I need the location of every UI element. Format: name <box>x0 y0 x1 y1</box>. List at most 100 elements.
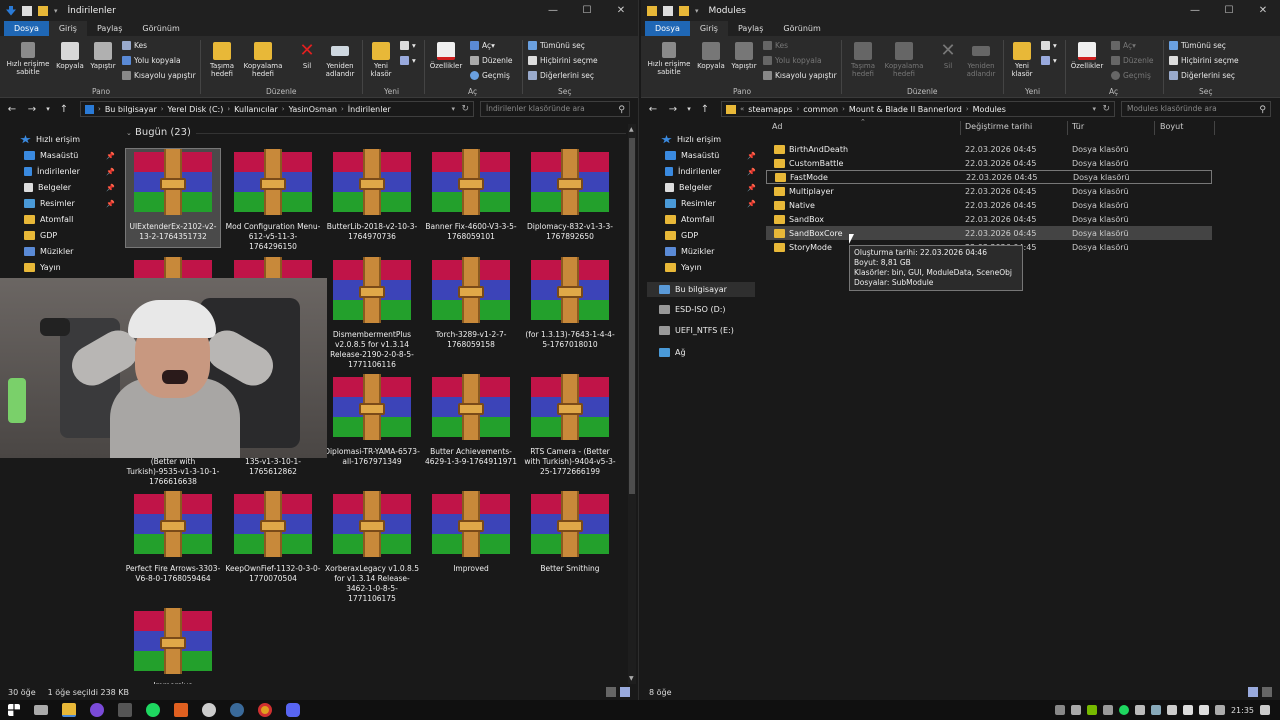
file-tile[interactable]: Improved <box>423 491 519 574</box>
nav-network[interactable]: Ağ <box>659 348 686 357</box>
minimize-button[interactable]: — <box>1178 0 1212 21</box>
close-button[interactable]: ✕ <box>604 0 638 21</box>
select-all-button[interactable]: Tümünü seç <box>1169 41 1226 50</box>
file-tile[interactable]: Butter Achievements-4629-1-3-9-176491197… <box>423 374 519 467</box>
table-row[interactable]: BirthAndDeath 22.03.2026 04:45 Dosya klasö… <box>766 142 1212 156</box>
tray-icon[interactable] <box>1134 705 1145 715</box>
recent-chevron-icon[interactable]: ▾ <box>685 105 693 113</box>
address-dropdown-icon[interactable]: ▾ <box>1092 105 1096 113</box>
file-tile[interactable]: Immersive <box>125 608 221 691</box>
invert-selection-button[interactable]: Diğerlerini seç <box>1169 71 1235 80</box>
back-arrow-icon[interactable]: ← <box>4 104 20 115</box>
group-header-today[interactable]: Bugün (23) <box>135 127 191 138</box>
folder-icon[interactable] <box>38 5 48 16</box>
tab-view[interactable]: Görünüm <box>773 21 830 36</box>
properties-button[interactable]: Özellikler <box>1069 42 1105 70</box>
nav-item-atomfall[interactable]: Atomfall <box>665 215 714 224</box>
file-tile[interactable]: (for 1.3.13)-7643-1-4-4-5-1767018010 <box>522 257 618 350</box>
new-folder-button[interactable]: Yeni klasör <box>1007 42 1037 78</box>
windows-start-icon[interactable] <box>8 704 20 716</box>
close-button[interactable]: ✕ <box>1246 0 1280 21</box>
customize-chevron-icon[interactable]: ▾ <box>695 7 699 15</box>
steam-icon[interactable] <box>230 703 244 717</box>
search-input[interactable]: İndirilenler klasöründe ara ⚲ <box>480 101 630 117</box>
tray-icon[interactable] <box>1070 705 1081 715</box>
tab-file[interactable]: Dosya <box>645 21 690 36</box>
up-arrow-icon[interactable]: ↑ <box>56 104 72 115</box>
breadcrumb[interactable]: Modules <box>973 105 1006 114</box>
breadcrumb[interactable]: Bu bilgisayar <box>105 105 157 114</box>
task-view-icon[interactable] <box>34 705 48 715</box>
file-tile[interactable]: Diplomasi-TR-YAMA-6573-all-1767971349 <box>324 374 420 467</box>
properties-icon[interactable] <box>22 5 32 16</box>
history-button[interactable]: Geçmiş <box>1111 71 1151 80</box>
cut-button[interactable]: Kes <box>763 41 788 50</box>
nav-quick-access[interactable]: Hızlı erişim <box>661 135 721 144</box>
title-bar[interactable]: ▾ Modules — ☐ ✕ <box>641 0 1280 21</box>
tab-view[interactable]: Görünüm <box>132 21 189 36</box>
file-tile[interactable]: Banner Fix-4600-V3-3-5-1768059101 <box>423 149 519 242</box>
large-icons-view-icon[interactable] <box>620 687 630 697</box>
breadcrumb[interactable]: Yerel Disk (C:) <box>168 105 224 114</box>
nav-this-pc[interactable]: Bu bilgisayar <box>647 282 755 297</box>
copy-path-button[interactable]: Yolu kopyala <box>763 56 822 65</box>
nav-item-yayin[interactable]: Yayın <box>24 263 61 272</box>
scrollbar-thumb[interactable] <box>629 138 635 494</box>
column-header-date[interactable]: Değiştirme tarihi <box>965 122 1032 131</box>
column-header-name[interactable]: Ad <box>772 122 782 131</box>
new-folder-button[interactable]: Yeni klasör <box>366 42 396 78</box>
paste-shortcut-button[interactable]: Kısayolu yapıştır <box>763 71 837 80</box>
large-icons-view-icon[interactable] <box>1262 687 1272 697</box>
easy-access-icon[interactable]: ▾ <box>1041 56 1057 65</box>
breadcrumb[interactable]: common <box>803 105 838 114</box>
nav-item-documents[interactable]: Belgeler <box>24 183 71 192</box>
address-bar[interactable]: › Bu bilgisayar › Yerel Disk (C:) › Kullan… <box>80 101 474 117</box>
column-header-type[interactable]: Tür <box>1072 122 1084 131</box>
details-view-icon[interactable] <box>606 687 616 697</box>
volume-icon[interactable] <box>1198 705 1209 715</box>
tab-share[interactable]: Paylaş <box>728 21 773 36</box>
tray-icon[interactable] <box>1166 705 1177 715</box>
file-explorer-icon[interactable] <box>62 703 76 717</box>
file-tile[interactable]: Perfect Fire Arrows-3303-V6-8-0-17680594… <box>125 491 221 584</box>
nav-item-music[interactable]: Müzikler <box>24 247 73 256</box>
maximize-button[interactable]: ☐ <box>570 0 604 21</box>
nav-drive-e[interactable]: UEFI_NTFS (E:) <box>659 326 734 335</box>
wifi-icon[interactable] <box>1182 705 1193 715</box>
folder-icon[interactable] <box>679 5 689 16</box>
breadcrumb[interactable]: steamapps <box>748 105 792 114</box>
delete-button[interactable]: ✕ Sil <box>292 42 322 71</box>
minimize-button[interactable]: — <box>536 0 570 21</box>
copy-path-button[interactable]: Yolu kopyala <box>122 56 181 65</box>
snip-icon[interactable] <box>118 703 132 717</box>
maximize-button[interactable]: ☐ <box>1212 0 1246 21</box>
address-dropdown-icon[interactable]: ▾ <box>451 105 455 113</box>
select-none-button[interactable]: Hiçbirini seçme <box>1169 56 1239 65</box>
back-arrow-icon[interactable]: ← <box>645 104 661 115</box>
file-tile[interactable]: ButterLib-2018-v2-10-3-1764970736 <box>324 149 420 242</box>
keyboard-icon[interactable] <box>1214 705 1225 715</box>
table-row[interactable]: FastMode 22.03.2026 04:45 Dosya klasörü <box>766 170 1212 184</box>
clock[interactable]: 21:35 <box>1231 706 1254 715</box>
pin-quick-access-button[interactable]: Hızlı erişime sabitle <box>647 42 691 76</box>
open-button[interactable]: Aç ▾ <box>470 41 495 50</box>
nav-drive-d[interactable]: ESD-ISO (D:) <box>659 305 726 314</box>
delete-button[interactable]: ✕ Sil <box>933 42 963 71</box>
edit-button[interactable]: Düzenle <box>1111 56 1154 65</box>
down-arrow-icon[interactable] <box>6 5 16 16</box>
new-item-icon[interactable]: ▾ <box>400 41 416 50</box>
notification-icon[interactable] <box>1260 705 1270 715</box>
spotify-icon[interactable] <box>146 703 160 717</box>
paste-shortcut-button[interactable]: Kısayolu yapıştır <box>122 71 196 80</box>
new-item-icon[interactable]: ▾ <box>1041 41 1057 50</box>
tab-home[interactable]: Giriş <box>48 21 87 36</box>
chrome-icon[interactable] <box>258 703 272 717</box>
nav-item-pictures[interactable]: Resimler <box>24 199 75 208</box>
file-tile[interactable]: RTS Camera - (Better with Turkish)-9404-… <box>522 374 618 477</box>
title-bar[interactable]: ▾ İndirilenler — ☐ ✕ <box>0 0 638 21</box>
collapse-chevron-icon[interactable]: ⌄ <box>126 129 132 137</box>
breadcrumb[interactable]: YasinOsman <box>289 105 337 114</box>
copy-to-button[interactable]: Kopyalama hedefi <box>240 42 286 78</box>
github-icon[interactable] <box>202 703 216 717</box>
file-tile[interactable]: Diplomacy-832-v1-3-3-1767892650 <box>522 149 618 242</box>
